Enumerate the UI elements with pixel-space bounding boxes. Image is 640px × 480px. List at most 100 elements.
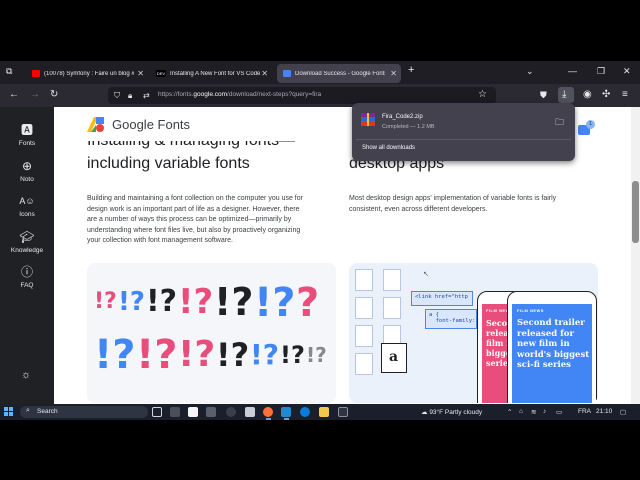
new-tab-button[interactable]: + — [408, 64, 414, 76]
clock[interactable]: 21:10 — [596, 408, 612, 415]
battery-icon[interactable]: ▭ — [556, 408, 562, 416]
account-icon[interactable]: ◉ — [583, 89, 592, 101]
search-label: Search — [37, 408, 58, 415]
punctuation-row-large: !? !? !? !? !? !? !? — [94, 332, 327, 378]
task-view-icon[interactable] — [152, 407, 162, 417]
desktop-apps-illustration-card[interactable]: a <link href="http a { font-family: FILM… — [349, 263, 598, 403]
url-text[interactable]: https://fonts.google.com/download/next-s… — [158, 91, 321, 98]
sidebar-item-faq[interactable]: ⓘ FAQ — [0, 265, 54, 289]
close-tab-icon[interactable]: ✕ — [137, 69, 144, 78]
body-line: your collection with font management sof… — [87, 237, 233, 244]
tab-strip: ⧉ (10078) Symfony : Faire un blog #4 ✕ D… — [0, 61, 640, 84]
code-line: font-family: — [429, 318, 476, 324]
volume-icon[interactable]: ♪ — [543, 408, 546, 415]
fonts-icon: 🅰︎ — [20, 123, 33, 137]
open-folder-icon[interactable]: 🗀︎ — [555, 115, 564, 131]
windows-start-icon[interactable] — [4, 407, 14, 417]
graduation-cap-icon: 🎓︎ — [19, 230, 35, 244]
clock-app-icon[interactable] — [226, 407, 236, 417]
dev-favicon-icon: DEV — [156, 70, 166, 77]
punctuation-row-small: !? !? !? !? !? !? ? — [94, 280, 320, 326]
code-snippet-css: a { font-family: — [425, 309, 477, 329]
close-window-button[interactable]: ✕ — [623, 66, 631, 77]
menu-hamburger-icon[interactable]: ≡ — [622, 89, 628, 101]
close-tab-icon[interactable]: ✕ — [390, 69, 397, 78]
downloads-panel: Fira_Code2.zip Completed — 1.2 MB 🗀︎ Sho… — [352, 103, 575, 161]
tray-chevron-up-icon[interactable]: ⌃ — [507, 408, 512, 416]
network-icon[interactable]: ⌂ — [519, 408, 523, 415]
app-icon[interactable] — [245, 407, 255, 417]
sidebar-item-icons[interactable]: A☺ Icons — [0, 194, 54, 218]
sidebar-item-fonts[interactable]: 🅰︎ Fonts — [0, 123, 54, 147]
body-line: Most desktop design apps' implementation… — [349, 195, 557, 202]
scrollbar-thumb[interactable] — [632, 181, 639, 243]
widgets-icon[interactable] — [170, 407, 180, 417]
pocket-icon[interactable]: ⛊ — [540, 89, 547, 101]
selected-document-icon: a — [381, 343, 407, 373]
sidebar-item-label: Knowledge — [10, 247, 44, 254]
extensions-icon[interactable]: ✣ — [602, 89, 610, 101]
sidebar-item-label: Noto — [20, 176, 34, 183]
headline-line: Second trailer — [517, 318, 585, 328]
document-icon — [355, 297, 373, 319]
bookmark-star-icon[interactable]: ☆ — [478, 89, 487, 101]
file-explorer-icon[interactable] — [319, 407, 329, 417]
code-snippet-link: <link href="http — [411, 291, 473, 306]
url-bar[interactable]: ⛉ 🔒︎ ⇄ https://fonts.google.com/download… — [108, 87, 496, 104]
icons-icon: A☺ — [19, 196, 35, 206]
headline-line: world's biggest — [517, 349, 590, 360]
maximize-button[interactable]: ❐ — [597, 66, 605, 77]
terminal-icon[interactable] — [338, 407, 348, 417]
headline-line: new film in — [517, 339, 570, 349]
tab-symfony[interactable]: (10078) Symfony : Faire un blog #4 ✕ — [26, 64, 148, 83]
sidebar-item-noto[interactable]: ⊕ Noto — [0, 159, 54, 183]
tab-overview-icon[interactable]: ⧉ — [6, 66, 12, 77]
vscode-icon[interactable] — [281, 407, 291, 417]
brand-name[interactable]: Google Fonts — [112, 117, 190, 132]
right-body-text: Most desktop design apps' implementation… — [349, 194, 601, 215]
minimize-button[interactable]: — — [568, 66, 577, 76]
url-path: /download/next-steps?query=fira — [227, 91, 322, 98]
download-status: Completed — 1.2 MB — [382, 124, 435, 130]
theme-toggle-icon[interactable]: ☼ — [21, 369, 31, 381]
edge-icon[interactable] — [300, 407, 310, 417]
document-icon — [355, 353, 373, 375]
firefox-icon[interactable] — [263, 407, 273, 417]
language-indicator[interactable]: FRA — [578, 408, 591, 415]
list-tabs-chevron-down-icon[interactable]: ⌄ — [526, 66, 534, 77]
film-news-label: FILM NEWS — [517, 308, 544, 313]
google-fonts-logo-icon[interactable] — [87, 117, 105, 132]
variable-fonts-illustration-card[interactable]: !? !? !? !? !? !? ? !? !? !? !? !? !? !? — [87, 263, 336, 403]
permissions-icon[interactable]: ⇄ — [143, 90, 150, 102]
downloads-button[interactable]: ⤓ — [558, 87, 574, 103]
url-domain: google.com — [193, 91, 228, 98]
url-prefix: https://fonts. — [158, 91, 194, 98]
tab-dev[interactable]: DEV Installing A New Font for VS Code ✕ — [150, 64, 272, 83]
sidebar-item-knowledge[interactable]: 🎓︎ Knowledge — [0, 230, 54, 254]
lock-icon[interactable]: 🔒︎ — [128, 90, 132, 102]
notification-icon[interactable]: ▢ — [620, 408, 626, 416]
weather-widget[interactable]: ☁︎ 93°F Partly cloudy — [421, 408, 482, 416]
download-item[interactable]: Fira_Code2.zip Completed — 1.2 MB 🗀︎ — [356, 107, 571, 135]
close-tab-icon[interactable]: ✕ — [261, 69, 268, 78]
reload-icon[interactable]: ↻ — [50, 89, 58, 101]
article-card-blue: FILM NEWS Second trailer released for ne… — [512, 304, 592, 403]
body-line: consistent, even across different develo… — [349, 205, 488, 213]
body-line: Building and maintaining a font collecti… — [87, 195, 303, 202]
document-icon — [355, 269, 373, 291]
back-arrow-icon[interactable]: ← — [9, 89, 19, 101]
tab-google-fonts[interactable]: Download Success - Google Fonts ✕ — [277, 64, 401, 83]
wifi-icon[interactable]: ≋ — [531, 408, 536, 416]
store-icon[interactable] — [188, 407, 198, 417]
app-icon[interactable] — [206, 407, 216, 417]
divider — [356, 139, 571, 140]
shield-icon[interactable]: ⛉ — [114, 90, 120, 102]
body-line: are a number of ways this process can be… — [87, 216, 292, 223]
sidebar-item-label: Fonts — [18, 140, 36, 147]
page-scrollbar[interactable] — [631, 107, 640, 420]
taskbar-search[interactable]: ⌕ Search — [20, 406, 148, 418]
download-file-name: Fira_Code2.zip — [382, 114, 423, 120]
forward-arrow-icon[interactable]: → — [30, 89, 40, 101]
show-all-downloads-button[interactable]: Show all downloads — [362, 145, 415, 151]
article-headline: Second trailer released for new film in … — [517, 318, 589, 371]
